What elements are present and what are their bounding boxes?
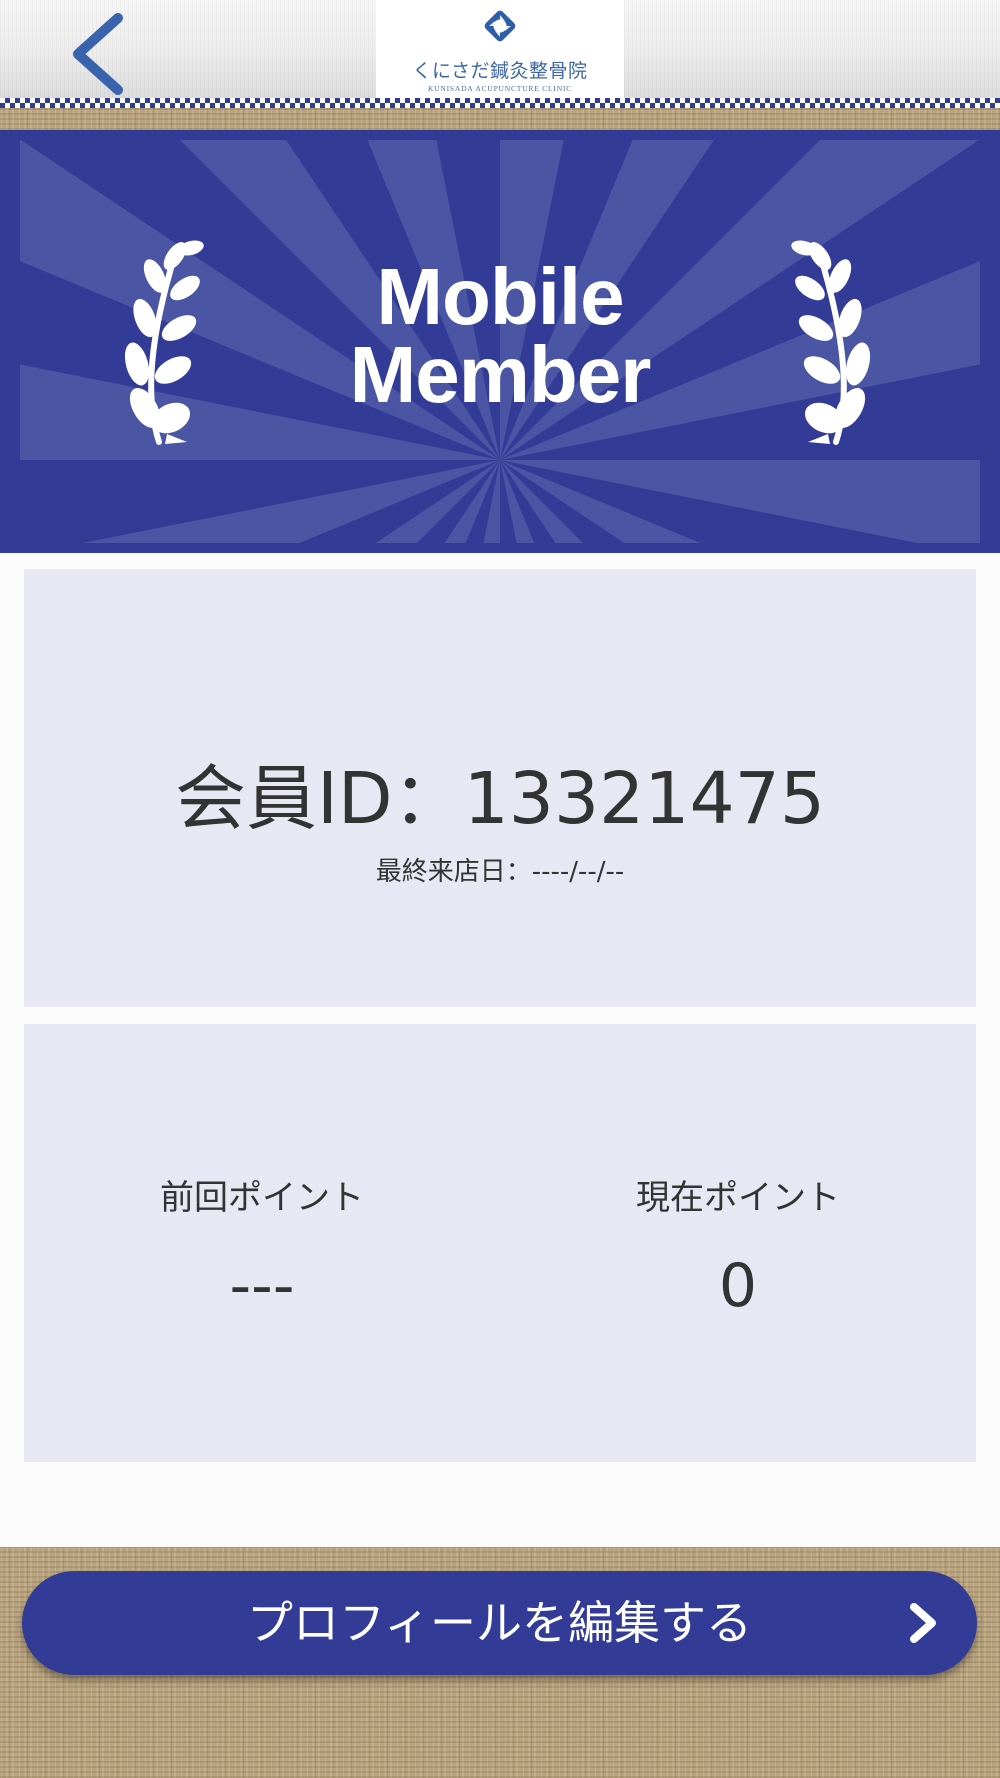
logo-title: くにさだ鍼灸整骨院 <box>412 60 588 82</box>
banner-title: Mobile Member <box>0 252 1000 419</box>
app-header: くにさだ鍼灸整骨院 KUNISADA ACUPUNCTURE CLINIC <box>0 0 1000 106</box>
clinic-logo: くにさだ鍼灸整骨院 KUNISADA ACUPUNCTURE CLINIC <box>376 0 624 106</box>
last-visit-label: 最終来店日： <box>375 857 532 887</box>
previous-points: 前回ポイント --- <box>24 1024 500 1462</box>
member-id-card: 会員ID：13321475 最終来店日：----/--/-- <box>24 569 976 1007</box>
last-visit-line: 最終来店日：----/--/-- <box>24 851 976 888</box>
chevron-right-icon <box>910 1603 936 1643</box>
chevron-left-icon <box>73 13 123 95</box>
previous-points-label: 前回ポイント <box>160 1178 364 1218</box>
banner-title-line2: Member <box>349 330 652 419</box>
member-id-value: 13321475 <box>463 757 825 840</box>
clinic-logo-mark-icon <box>484 10 516 42</box>
member-id-line: 会員ID：13321475 <box>24 742 976 844</box>
logo-subtitle: KUNISADA ACUPUNCTURE CLINIC <box>427 84 573 93</box>
edit-profile-label: プロフィールを編集する <box>246 1596 753 1650</box>
current-points-label: 現在ポイント <box>636 1178 840 1218</box>
banner-title-line1: Mobile <box>376 252 624 341</box>
member-content: 会員ID：13321475 最終来店日：----/--/-- 前回ポイント --… <box>0 553 1000 1547</box>
points-card: 前回ポイント --- 現在ポイント 0 <box>24 1024 976 1462</box>
edit-profile-button[interactable]: プロフィールを編集する <box>22 1571 977 1675</box>
checker-border <box>0 98 1000 108</box>
burlap-strip <box>0 108 1000 130</box>
current-points: 現在ポイント 0 <box>500 1024 976 1462</box>
last-visit-value: ----/--/-- <box>531 857 625 887</box>
footer-bar: プロフィールを編集する <box>0 1547 1000 1778</box>
member-banner: Mobile Member <box>0 130 1000 553</box>
previous-points-value: --- <box>229 1251 295 1321</box>
sunburst-ray <box>32 460 500 553</box>
current-points-value: 0 <box>718 1251 758 1321</box>
back-button[interactable] <box>68 12 128 96</box>
member-id-label: 会員ID： <box>174 757 464 840</box>
